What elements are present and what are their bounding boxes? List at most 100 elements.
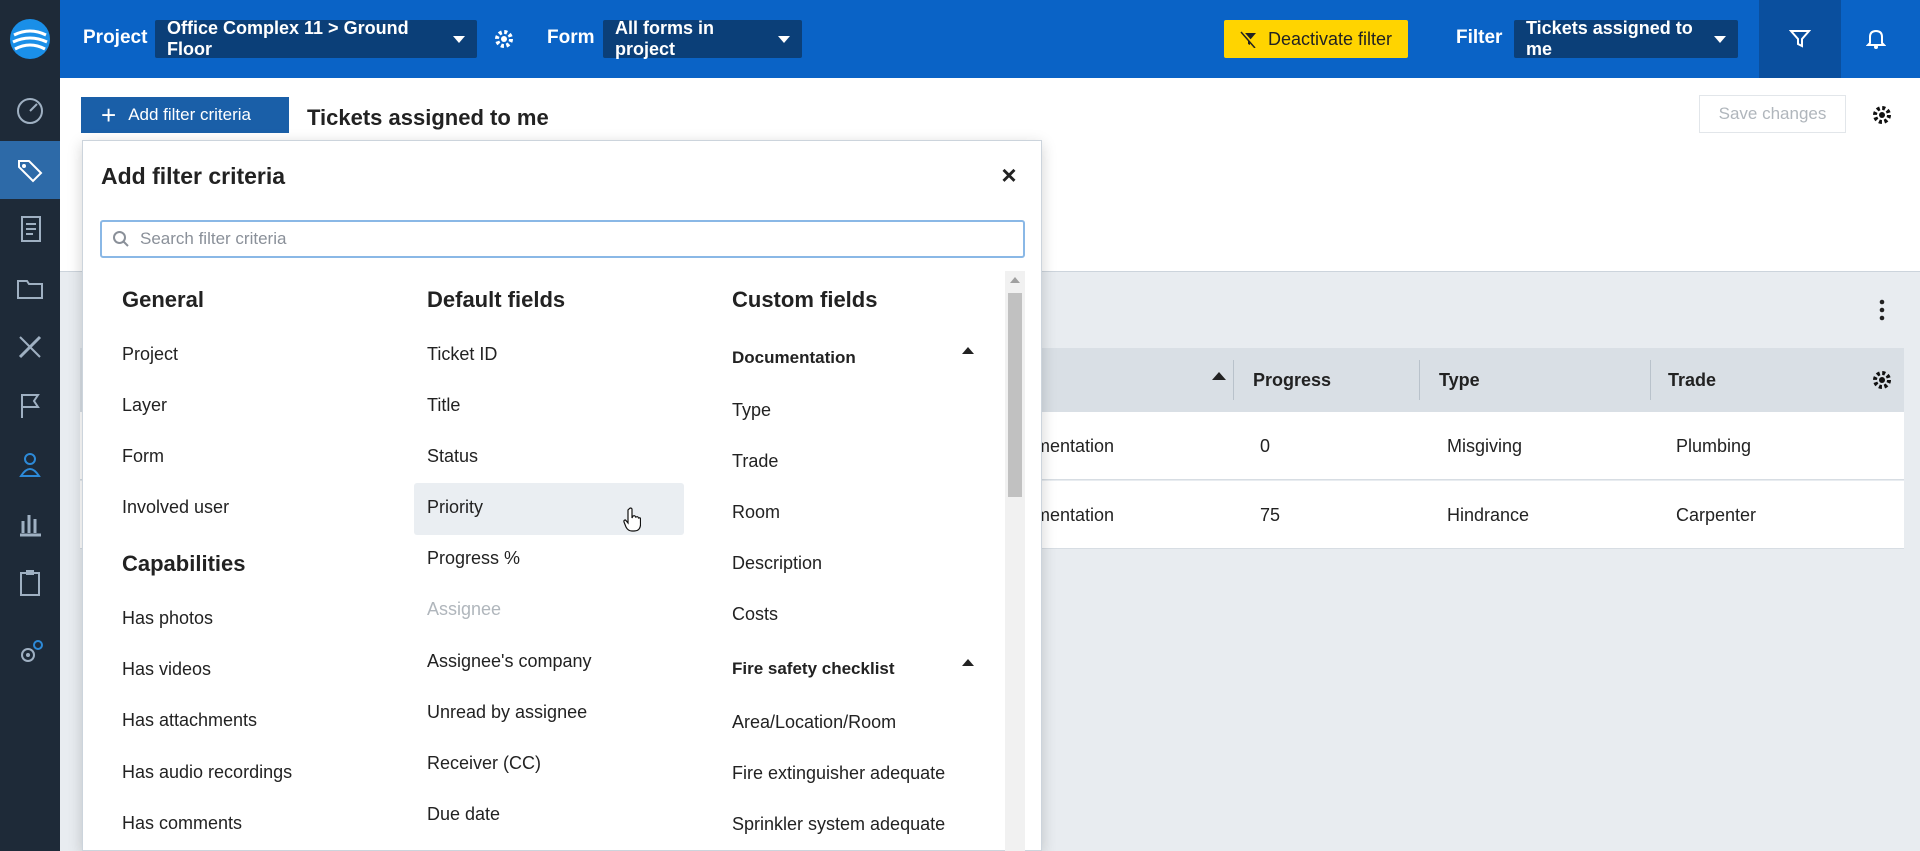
notifications-button[interactable] [1862, 25, 1890, 53]
form-label: Form [547, 27, 595, 48]
popup-scrollbar[interactable] [1005, 271, 1025, 851]
filter-label: Filter [1456, 27, 1503, 48]
user-icon[interactable] [0, 436, 60, 494]
chevron-down-icon [453, 35, 465, 43]
criteria-item-status[interactable]: Status [427, 446, 478, 467]
deactivate-filter-label: Deactivate filter [1267, 28, 1393, 49]
form-select-value: All forms in project [615, 18, 715, 59]
column-header-type[interactable]: Type [1439, 370, 1480, 391]
criteria-item-fire-extinguisher[interactable]: Fire extinguisher adequate [732, 763, 945, 784]
criteria-item-has-comments[interactable]: Has comments [122, 813, 242, 834]
criteria-item-unread-by-assignee[interactable]: Unread by assignee [427, 702, 587, 723]
default-fields-heading: Default fields [427, 287, 566, 312]
filter-select-value: Tickets assigned to me [1526, 18, 1693, 59]
criteria-item-has-attachments[interactable]: Has attachments [122, 710, 257, 731]
add-filter-criteria-popup: Add filter criteria × General Project La… [82, 140, 1042, 851]
criteria-item-has-audio-recordings[interactable]: Has audio recordings [122, 762, 292, 783]
criteria-item-receiver-cc[interactable]: Receiver (CC) [427, 753, 541, 774]
column-divider [1233, 360, 1234, 400]
filter-select[interactable]: Tickets assigned to me [1514, 18, 1738, 59]
general-heading: General [122, 287, 204, 312]
hand-cursor-icon [623, 507, 641, 532]
plans-icon[interactable] [0, 200, 60, 258]
project-select[interactable]: Office Complex 11 > Ground Floor [155, 18, 477, 59]
cell-type: Misgiving [1447, 436, 1523, 456]
group-documentation[interactable]: Documentation [732, 348, 856, 368]
flag-icon[interactable] [0, 377, 60, 435]
criteria-item-description[interactable]: Description [732, 553, 822, 574]
settings-icon[interactable] [0, 624, 60, 682]
criteria-item-trade[interactable]: Trade [732, 451, 778, 472]
search-icon [113, 231, 129, 247]
criteria-item-involved-user[interactable]: Involved user [122, 497, 229, 518]
tickets-icon[interactable] [0, 141, 60, 199]
plus-icon: + [101, 100, 117, 130]
project-settings-icon[interactable] [492, 27, 516, 51]
capabilities-heading: Capabilities [122, 551, 246, 576]
criteria-item-assignee: Assignee [427, 599, 502, 619]
gear-icon[interactable] [1870, 103, 1894, 127]
group-fire-safety-checklist[interactable]: Fire safety checklist [732, 659, 895, 679]
criteria-item-area-location-room[interactable]: Area/Location/Room [732, 712, 896, 733]
criteria-item-form[interactable]: Form [122, 446, 164, 467]
criteria-item-title[interactable]: Title [427, 395, 460, 416]
criteria-item-ticket-id[interactable]: Ticket ID [427, 344, 497, 365]
criteria-item-project[interactable]: Project [122, 344, 178, 365]
criteria-item-layer[interactable]: Layer [122, 395, 167, 416]
add-filter-criteria-label: Add filter criteria [128, 105, 252, 124]
more-options-icon[interactable] [1878, 298, 1886, 322]
column-header-trade[interactable]: Trade [1668, 370, 1716, 391]
column-divider [1650, 360, 1651, 400]
criteria-item-room[interactable]: Room [732, 502, 780, 523]
scroll-thumb[interactable] [1008, 293, 1022, 497]
dashboard-icon[interactable] [0, 82, 60, 140]
collapse-icon[interactable] [962, 347, 974, 354]
criteria-item-has-videos[interactable]: Has videos [122, 659, 211, 680]
filter-toggle-button[interactable] [1759, 0, 1841, 78]
chevron-down-icon [1714, 35, 1726, 43]
filter-off-icon [1240, 30, 1257, 48]
folder-icon[interactable] [0, 259, 60, 317]
chart-icon[interactable] [0, 495, 60, 553]
popup-title: Add filter criteria [101, 163, 286, 189]
search-field[interactable] [100, 220, 1025, 258]
cell-form: mentation [1035, 505, 1115, 525]
cell-trade: Plumbing [1676, 436, 1752, 456]
search-input[interactable] [140, 229, 1000, 249]
funnel-icon [1789, 30, 1811, 48]
column-settings-icon[interactable] [1870, 368, 1894, 392]
top-bar: Project Office Complex 11 > Ground Floor… [60, 0, 1920, 78]
project-label: Project [83, 27, 148, 48]
cell-form: mentation [1035, 436, 1115, 456]
chevron-down-icon [778, 35, 790, 43]
criteria-item-type[interactable]: Type [732, 400, 771, 421]
criteria-item-sprinkler-system[interactable]: Sprinkler system adequate [732, 814, 945, 835]
tools-icon[interactable] [0, 318, 60, 376]
form-select[interactable]: All forms in project [603, 18, 802, 59]
sidebar [0, 0, 60, 851]
column-divider [1419, 360, 1420, 400]
custom-fields-heading: Custom fields [732, 287, 878, 312]
cell-trade: Carpenter [1676, 505, 1757, 525]
collapse-icon[interactable] [962, 659, 974, 666]
cell-progress: 75 [1260, 505, 1281, 525]
criteria-item-progress[interactable]: Progress % [427, 548, 520, 569]
add-filter-criteria-button[interactable]: + Add filter criteria [81, 97, 289, 133]
criteria-item-priority[interactable]: Priority [427, 497, 483, 518]
close-icon[interactable]: × [999, 162, 1019, 188]
criteria-item-costs[interactable]: Costs [732, 604, 778, 625]
clipboard-icon[interactable] [0, 554, 60, 612]
save-changes-button[interactable]: Save changes [1699, 95, 1846, 133]
cell-progress: 0 [1260, 436, 1271, 456]
app-logo-icon[interactable] [0, 0, 60, 78]
criteria-item-due-date[interactable]: Due date [427, 804, 500, 825]
cell-type: Hindrance [1447, 505, 1530, 525]
column-header-progress[interactable]: Progress [1253, 370, 1331, 391]
scroll-up-icon[interactable] [1010, 277, 1020, 283]
deactivate-filter-button[interactable]: Deactivate filter [1224, 20, 1408, 58]
criteria-item-assignees-company[interactable]: Assignee's company [427, 651, 592, 672]
criteria-item-has-photos[interactable]: Has photos [122, 608, 213, 629]
project-select-value: Office Complex 11 > Ground Floor [167, 18, 409, 59]
bell-icon [1866, 29, 1886, 49]
sort-ascending-icon[interactable] [1212, 372, 1226, 380]
